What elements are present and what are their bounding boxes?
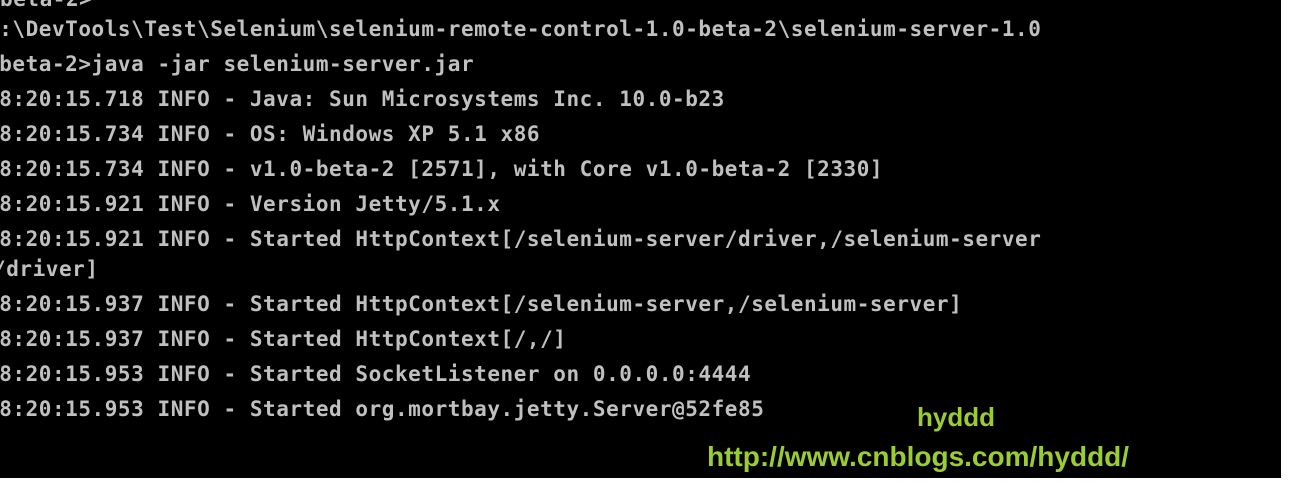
console-line-log: 18:20:15.718 INFO - Java: Sun Microsyste… <box>0 87 725 111</box>
console-line-log: 18:20:15.734 INFO - OS: Windows XP 5.1 x… <box>0 122 541 146</box>
console-line-log: 18:20:15.921 INFO - Version Jetty/5.1.x <box>0 192 501 216</box>
console-line-log: 18:20:15.937 INFO - Started HttpContext[… <box>0 327 567 351</box>
watermark-url: http://www.cnblogs.com/hyddd/ <box>707 441 1130 472</box>
console-window[interactable]: beta-2> F:\DevTools\Test\Selenium\seleni… <box>0 0 1281 478</box>
watermark-name: hyddd <box>917 402 995 432</box>
console-line-path: F:\DevTools\Test\Selenium\selenium-remot… <box>0 17 1042 41</box>
console-line-log-wrap: /driver] <box>0 257 99 281</box>
console-line-command: -beta-2>java -jar selenium-server.jar <box>0 52 475 76</box>
console-line-log: 18:20:15.937 INFO - Started HttpContext[… <box>0 292 963 316</box>
console-line-log: 18:20:15.734 INFO - v1.0-beta-2 [2571], … <box>0 157 884 181</box>
console-line-log: 18:20:15.953 INFO - Started org.mortbay.… <box>0 397 765 421</box>
console-line-log: 18:20:15.953 INFO - Started SocketListen… <box>0 362 752 386</box>
console-line-log: 18:20:15.921 INFO - Started HttpContext[… <box>0 227 1042 251</box>
console-line-clipped: beta-2> <box>0 0 92 14</box>
